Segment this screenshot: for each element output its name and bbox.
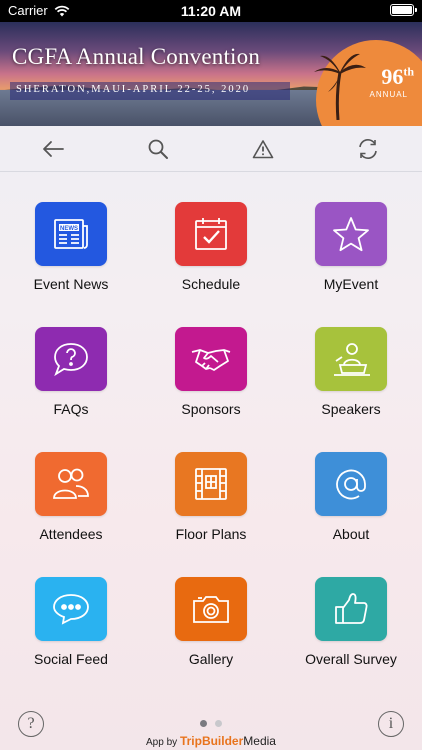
people-icon (35, 452, 107, 516)
app-credit[interactable]: App by TripBuilderMedia (0, 734, 422, 748)
tile-gallery[interactable]: Gallery (141, 547, 281, 667)
warning-icon (252, 140, 274, 159)
palm-tree-icon (314, 53, 366, 120)
tile-sponsors[interactable]: Sponsors (141, 297, 281, 417)
back-arrow-icon (43, 141, 64, 157)
search-button[interactable] (145, 136, 171, 162)
tile-faqs[interactable]: FAQs (1, 297, 141, 417)
tile-label: Speakers (321, 401, 381, 417)
battery-icon (390, 4, 417, 16)
tile-label: Overall Survey (305, 651, 397, 667)
refresh-button[interactable] (355, 136, 381, 162)
alert-button[interactable] (250, 136, 276, 162)
page-dot-2[interactable] (215, 720, 222, 727)
floorplan-icon (175, 452, 247, 516)
status-time: 11:20 AM (180, 3, 242, 19)
tile-label: Event News (33, 276, 109, 292)
search-icon (148, 139, 168, 159)
page-dot-1[interactable] (200, 720, 207, 727)
newspaper-icon: NEWS (35, 202, 107, 266)
tile-label: Sponsors (181, 401, 241, 417)
tile-speakers[interactable]: Speakers (281, 297, 421, 417)
svg-text:NEWS: NEWS (60, 226, 78, 232)
tile-label: Social Feed (34, 651, 108, 667)
info-icon: i (388, 715, 394, 732)
at-icon (315, 452, 387, 516)
tile-label: About (332, 526, 370, 542)
tile-label: Floor Plans (175, 526, 247, 542)
question-bubble-icon (35, 327, 107, 391)
banner-title: CGFA Annual Convention (12, 44, 261, 69)
info-button[interactable]: i (378, 711, 404, 737)
tile-label: Attendees (39, 526, 103, 542)
page-indicator[interactable] (0, 720, 422, 727)
status-bar: Carrier 11:20 AM (0, 0, 422, 22)
back-button[interactable] (40, 136, 66, 162)
tile-attendees[interactable]: Attendees (1, 422, 141, 542)
calendar-check-icon (175, 202, 247, 266)
tile-floor-plans[interactable]: Floor Plans (141, 422, 281, 542)
tile-label: Schedule (181, 276, 241, 292)
badge-label: ANNUAL (369, 90, 408, 99)
banner-subtitle: SHERATON,MAUI-APRIL 22-25, 2020 (10, 82, 290, 100)
thumbs-up-icon (315, 577, 387, 641)
tile-about[interactable]: About (281, 422, 421, 542)
star-icon (315, 202, 387, 266)
handshake-icon (175, 327, 247, 391)
tile-event-news[interactable]: NEWS Event News (1, 172, 141, 292)
app-by-label: App by (146, 737, 178, 748)
tile-myevent[interactable]: MyEvent (281, 172, 421, 292)
badge-number: 96th (381, 64, 414, 89)
tile-overall-survey[interactable]: Overall Survey (281, 547, 421, 667)
tile-social-feed[interactable]: Social Feed (1, 547, 141, 667)
camera-icon (175, 577, 247, 641)
tile-schedule[interactable]: Schedule (141, 172, 281, 292)
tile-label: MyEvent (323, 276, 379, 292)
tile-label: Gallery (188, 651, 234, 667)
refresh-icon (359, 139, 377, 159)
event-banner: CGFA Annual Convention SHERATON,MAUI-APR… (0, 22, 422, 126)
brand-suffix: Media (243, 734, 276, 748)
tile-label: FAQs (53, 401, 89, 417)
brand-name: TripBuilder (179, 734, 244, 748)
speaker-icon (315, 327, 387, 391)
chat-icon (35, 577, 107, 641)
toolbar (0, 126, 422, 172)
